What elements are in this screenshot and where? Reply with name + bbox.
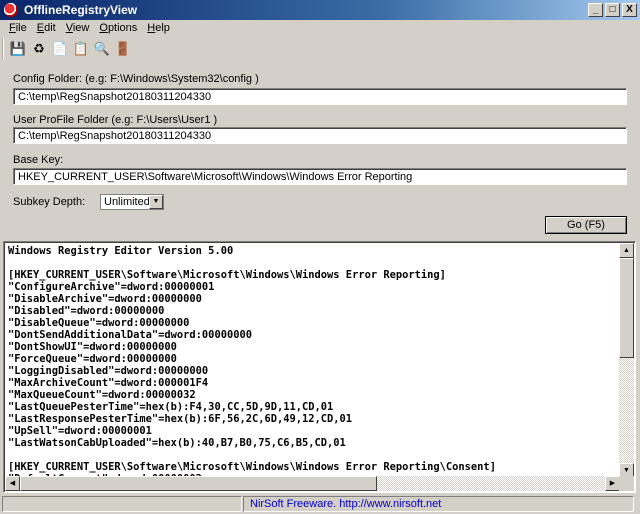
window-title: OfflineRegistryView	[24, 3, 138, 17]
base-key-input[interactable]: HKEY_CURRENT_USER\Software\Microsoft\Win…	[13, 168, 627, 185]
registry-line: "LastResponsePesterTime"=hex(b):6F,56,2C…	[8, 413, 353, 425]
registry-output[interactable]: Windows Registry Editor Version 5.00 [HKE…	[3, 241, 636, 493]
refresh-icon[interactable]: ♻	[31, 41, 47, 57]
registry-line: "UpSell"=dword:00000001	[8, 425, 152, 437]
registry-line: "DontShowUI"=dword:00000000	[8, 341, 177, 353]
find-icon[interactable]: 🔍	[94, 41, 110, 57]
scrollbar-corner	[619, 476, 634, 491]
registry-line	[8, 257, 496, 269]
menu-file[interactable]: File	[4, 20, 32, 36]
registry-line: "DisableArchive"=dword:00000000	[8, 293, 202, 305]
config-folder-label: Config Folder: (e.g: F:\Windows\System32…	[13, 73, 259, 85]
menu-help[interactable]: Help	[142, 20, 175, 36]
nirsoft-link[interactable]: NirSoft Freeware. http://www.nirsoft.net	[243, 496, 634, 512]
registry-line: "MaxArchiveCount"=dword:000001F4	[8, 377, 209, 389]
profile-folder-label: User ProFile Folder (e.g: F:\Users\User1…	[13, 114, 218, 126]
registry-line	[8, 449, 496, 461]
vertical-scrollbar[interactable]: ▲ ▼	[619, 243, 634, 478]
subkey-depth-label: Subkey Depth:	[13, 196, 86, 208]
vertical-scroll-thumb[interactable]	[619, 258, 634, 358]
maximize-button[interactable]: □	[605, 3, 620, 17]
registry-line: "ConfigureArchive"=dword:00000001	[8, 281, 215, 293]
registry-line: "Disabled"=dword:00000000	[8, 305, 165, 317]
subkey-depth-select[interactable]: Unlimited ▼	[100, 194, 164, 210]
registry-line: "LastWatsonCabUploaded"=hex(b):40,B7,B0,…	[8, 437, 346, 449]
profile-folder-input[interactable]: C:\temp\RegSnapshot20180311204330	[13, 127, 627, 144]
menu-edit[interactable]: Edit	[32, 20, 61, 36]
menu-bar: File Edit View Options Help	[0, 20, 300, 36]
registry-text: Windows Registry Editor Version 5.00 [HKE…	[8, 245, 496, 485]
config-folder-input[interactable]: C:\temp\RegSnapshot20180311204330	[13, 88, 627, 105]
properties-icon[interactable]: 📋	[73, 41, 89, 57]
exit-icon[interactable]: 🚪	[115, 41, 131, 57]
status-left	[2, 496, 242, 512]
minimize-button[interactable]: _	[588, 3, 603, 17]
registry-line: "MaxQueueCount"=dword:00000032	[8, 389, 196, 401]
base-key-label: Base Key:	[13, 154, 64, 166]
horizontal-scrollbar[interactable]: ◀ ▶	[5, 476, 620, 491]
status-bar: NirSoft Freeware. http://www.nirsoft.net	[0, 494, 640, 514]
menu-view[interactable]: View	[61, 20, 95, 36]
registry-line: [HKEY_CURRENT_USER\Software\Microsoft\Wi…	[8, 269, 446, 281]
scroll-left-icon[interactable]: ◀	[5, 476, 20, 491]
menu-options[interactable]: Options	[94, 20, 142, 36]
title-bar: OfflineRegistryView _ □ X	[0, 0, 640, 20]
registry-line: "ForceQueue"=dword:00000000	[8, 353, 177, 365]
save-icon[interactable]: 💾	[10, 41, 26, 57]
registry-line: "DontSendAdditionalData"=dword:00000000	[8, 329, 252, 341]
horizontal-scroll-thumb[interactable]	[20, 476, 377, 491]
scroll-right-icon[interactable]: ▶	[605, 476, 620, 491]
registry-line: [HKEY_CURRENT_USER\Software\Microsoft\Wi…	[8, 461, 496, 473]
toolbar: 💾 ♻ 📄 📋 🔍 🚪	[2, 38, 131, 60]
subkey-depth-value: Unlimited	[104, 196, 150, 208]
registry-line: "LoggingDisabled"=dword:00000000	[8, 365, 209, 377]
app-icon	[4, 3, 18, 17]
registry-line: "DisableQueue"=dword:00000000	[8, 317, 190, 329]
registry-line: Windows Registry Editor Version 5.00	[8, 245, 234, 257]
scroll-up-icon[interactable]: ▲	[619, 243, 634, 258]
chevron-down-icon[interactable]: ▼	[149, 195, 163, 209]
registry-line: "LastQueuePesterTime"=hex(b):F4,30,CC,5D…	[8, 401, 334, 413]
close-button[interactable]: X	[622, 3, 637, 17]
go-button[interactable]: Go (F5)	[545, 216, 627, 234]
copy-icon[interactable]: 📄	[52, 41, 68, 57]
